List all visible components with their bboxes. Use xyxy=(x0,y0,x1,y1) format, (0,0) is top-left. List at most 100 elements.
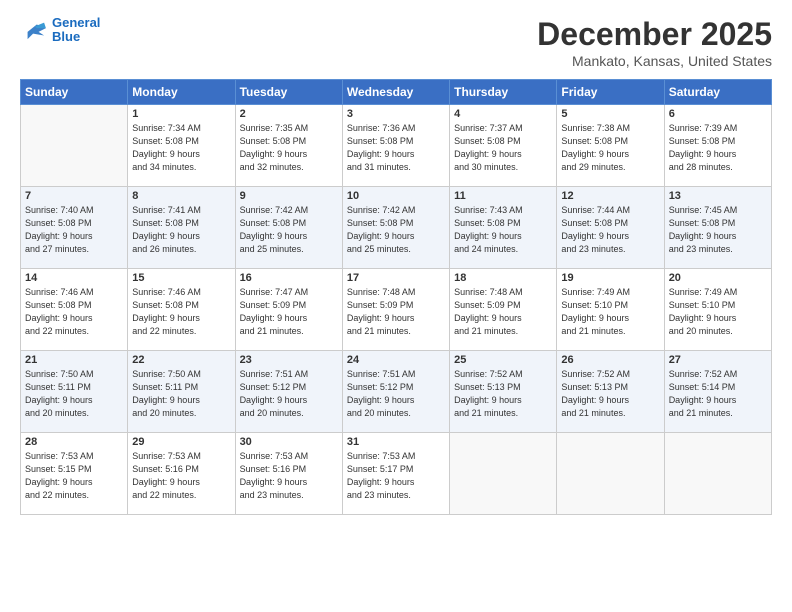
week-row-3: 14Sunrise: 7:46 AMSunset: 5:08 PMDayligh… xyxy=(21,269,772,351)
day-info: Sunrise: 7:35 AMSunset: 5:08 PMDaylight:… xyxy=(240,122,338,174)
day-number: 28 xyxy=(25,436,123,448)
week-row-5: 28 Sunrise: 7:53 AMSunset: 5:15 PMDayligh… xyxy=(21,433,772,515)
day-cell xyxy=(557,433,664,515)
day-cell xyxy=(664,433,771,515)
day-info: Sunrise: 7:52 AMSunset: 5:13 PMDaylight:… xyxy=(561,368,659,420)
day-cell: 12Sunrise: 7:44 AMSunset: 5:08 PMDayligh… xyxy=(557,187,664,269)
day-info: Sunrise: 7:39 AMSunset: 5:08 PMDaylight:… xyxy=(669,122,767,174)
day-cell: 19 Sunrise: 7:49 AMSunset: 5:10 PMDayligh… xyxy=(557,269,664,351)
day-cell: 1Sunrise: 7:34 AMSunset: 5:08 PMDaylight… xyxy=(128,105,235,187)
day-info: Sunrise: 7:51 AMSunset: 5:12 PMDaylight:… xyxy=(240,368,338,420)
day-cell: 26 Sunrise: 7:52 AMSunset: 5:13 PMDayligh… xyxy=(557,351,664,433)
day-number: 15 xyxy=(132,272,230,284)
day-number: 21 xyxy=(25,354,123,366)
day-info: Sunrise: 7:37 AMSunset: 5:08 PMDaylight:… xyxy=(454,122,552,174)
day-cell: 25Sunrise: 7:52 AMSunset: 5:13 PMDayligh… xyxy=(450,351,557,433)
day-number: 17 xyxy=(347,272,445,284)
day-info: Sunrise: 7:48 AMSunset: 5:09 PMDaylight:… xyxy=(347,286,445,338)
month-title: December 2025 xyxy=(537,16,772,53)
day-cell: 27 Sunrise: 7:52 AMSunset: 5:14 PMDayligh… xyxy=(664,351,771,433)
day-number: 8 xyxy=(132,190,230,202)
day-number: 2 xyxy=(240,108,338,120)
day-info: Sunrise: 7:40 AMSunset: 5:08 PMDaylight:… xyxy=(25,204,123,256)
logo: General Blue xyxy=(20,16,100,45)
day-info: Sunrise: 7:49 AMSunset: 5:10 PMDaylight:… xyxy=(561,286,659,338)
day-cell: 13Sunrise: 7:45 AMSunset: 5:08 PMDayligh… xyxy=(664,187,771,269)
col-header-tuesday: Tuesday xyxy=(235,80,342,105)
logo-icon xyxy=(20,19,48,41)
day-cell: 30Sunrise: 7:53 AMSunset: 5:16 PMDayligh… xyxy=(235,433,342,515)
day-number: 18 xyxy=(454,272,552,284)
day-number: 30 xyxy=(240,436,338,448)
day-info: Sunrise: 7:47 AMSunset: 5:09 PMDaylight:… xyxy=(240,286,338,338)
day-number: 26 xyxy=(561,354,659,366)
day-number: 3 xyxy=(347,108,445,120)
day-info: Sunrise: 7:50 AMSunset: 5:11 PMDaylight:… xyxy=(25,368,123,420)
day-cell: 15 Sunrise: 7:46 AMSunset: 5:08 PMDayligh… xyxy=(128,269,235,351)
day-number: 23 xyxy=(240,354,338,366)
day-cell: 11Sunrise: 7:43 AMSunset: 5:08 PMDayligh… xyxy=(450,187,557,269)
day-number: 31 xyxy=(347,436,445,448)
day-info: Sunrise: 7:36 AMSunset: 5:08 PMDaylight:… xyxy=(347,122,445,174)
day-cell: 10Sunrise: 7:42 AMSunset: 5:08 PMDayligh… xyxy=(342,187,449,269)
day-cell: 5 Sunrise: 7:38 AMSunset: 5:08 PMDaylight… xyxy=(557,105,664,187)
day-cell: 20 Sunrise: 7:49 AMSunset: 5:10 PMDayligh… xyxy=(664,269,771,351)
day-info: Sunrise: 7:42 AMSunset: 5:08 PMDaylight:… xyxy=(347,204,445,256)
page-container: General Blue December 2025 Mankato, Kans… xyxy=(0,0,792,525)
day-cell: 4 Sunrise: 7:37 AMSunset: 5:08 PMDaylight… xyxy=(450,105,557,187)
day-info: Sunrise: 7:48 AMSunset: 5:09 PMDaylight:… xyxy=(454,286,552,338)
day-number: 20 xyxy=(669,272,767,284)
day-info: Sunrise: 7:42 AMSunset: 5:08 PMDaylight:… xyxy=(240,204,338,256)
day-cell: 7Sunrise: 7:40 AMSunset: 5:08 PMDaylight… xyxy=(21,187,128,269)
day-cell: 9Sunrise: 7:42 AMSunset: 5:08 PMDaylight… xyxy=(235,187,342,269)
day-cell: 2 Sunrise: 7:35 AMSunset: 5:08 PMDaylight… xyxy=(235,105,342,187)
day-number: 22 xyxy=(132,354,230,366)
day-info: Sunrise: 7:52 AMSunset: 5:14 PMDaylight:… xyxy=(669,368,767,420)
day-number: 5 xyxy=(561,108,659,120)
header: General Blue December 2025 Mankato, Kans… xyxy=(20,16,772,69)
day-cell: 29 Sunrise: 7:53 AMSunset: 5:16 PMDayligh… xyxy=(128,433,235,515)
day-number: 12 xyxy=(561,190,659,202)
day-number: 24 xyxy=(347,354,445,366)
day-number: 11 xyxy=(454,190,552,202)
day-number: 27 xyxy=(669,354,767,366)
day-number: 19 xyxy=(561,272,659,284)
day-info: Sunrise: 7:34 AMSunset: 5:08 PMDaylight:… xyxy=(132,122,230,174)
logo-line2: Blue xyxy=(52,30,100,44)
day-number: 25 xyxy=(454,354,552,366)
col-header-wednesday: Wednesday xyxy=(342,80,449,105)
day-cell: 3 Sunrise: 7:36 AMSunset: 5:08 PMDaylight… xyxy=(342,105,449,187)
day-cell: 23 Sunrise: 7:51 AMSunset: 5:12 PMDayligh… xyxy=(235,351,342,433)
calendar-header-row: SundayMondayTuesdayWednesdayThursdayFrid… xyxy=(21,80,772,105)
day-cell: 31 Sunrise: 7:53 AMSunset: 5:17 PMDayligh… xyxy=(342,433,449,515)
day-info: Sunrise: 7:50 AMSunset: 5:11 PMDaylight:… xyxy=(132,368,230,420)
day-info: Sunrise: 7:51 AMSunset: 5:12 PMDaylight:… xyxy=(347,368,445,420)
day-cell xyxy=(450,433,557,515)
day-info: Sunrise: 7:53 AMSunset: 5:16 PMDaylight:… xyxy=(132,450,230,502)
day-cell: 8 Sunrise: 7:41 AMSunset: 5:08 PMDaylight… xyxy=(128,187,235,269)
day-cell: 21 Sunrise: 7:50 AMSunset: 5:11 PMDayligh… xyxy=(21,351,128,433)
day-cell: 22 Sunrise: 7:50 AMSunset: 5:11 PMDayligh… xyxy=(128,351,235,433)
day-cell: 24 Sunrise: 7:51 AMSunset: 5:12 PMDayligh… xyxy=(342,351,449,433)
day-cell: 16 Sunrise: 7:47 AMSunset: 5:09 PMDayligh… xyxy=(235,269,342,351)
day-info: Sunrise: 7:53 AMSunset: 5:15 PMDaylight:… xyxy=(25,450,123,502)
day-cell: 14Sunrise: 7:46 AMSunset: 5:08 PMDayligh… xyxy=(21,269,128,351)
day-info: Sunrise: 7:41 AMSunset: 5:08 PMDaylight:… xyxy=(132,204,230,256)
day-number: 29 xyxy=(132,436,230,448)
day-info: Sunrise: 7:53 AMSunset: 5:17 PMDaylight:… xyxy=(347,450,445,502)
day-info: Sunrise: 7:38 AMSunset: 5:08 PMDaylight:… xyxy=(561,122,659,174)
day-cell xyxy=(21,105,128,187)
day-cell: 17 Sunrise: 7:48 AMSunset: 5:09 PMDayligh… xyxy=(342,269,449,351)
day-number: 4 xyxy=(454,108,552,120)
day-number: 13 xyxy=(669,190,767,202)
day-cell: 6Sunrise: 7:39 AMSunset: 5:08 PMDaylight… xyxy=(664,105,771,187)
day-cell: 18 Sunrise: 7:48 AMSunset: 5:09 PMDayligh… xyxy=(450,269,557,351)
col-header-thursday: Thursday xyxy=(450,80,557,105)
day-number: 16 xyxy=(240,272,338,284)
day-cell: 28 Sunrise: 7:53 AMSunset: 5:15 PMDayligh… xyxy=(21,433,128,515)
week-row-2: 7Sunrise: 7:40 AMSunset: 5:08 PMDaylight… xyxy=(21,187,772,269)
location: Mankato, Kansas, United States xyxy=(537,53,772,69)
day-info: Sunrise: 7:49 AMSunset: 5:10 PMDaylight:… xyxy=(669,286,767,338)
week-row-1: 1Sunrise: 7:34 AMSunset: 5:08 PMDaylight… xyxy=(21,105,772,187)
day-info: Sunrise: 7:46 AMSunset: 5:08 PMDaylight:… xyxy=(132,286,230,338)
